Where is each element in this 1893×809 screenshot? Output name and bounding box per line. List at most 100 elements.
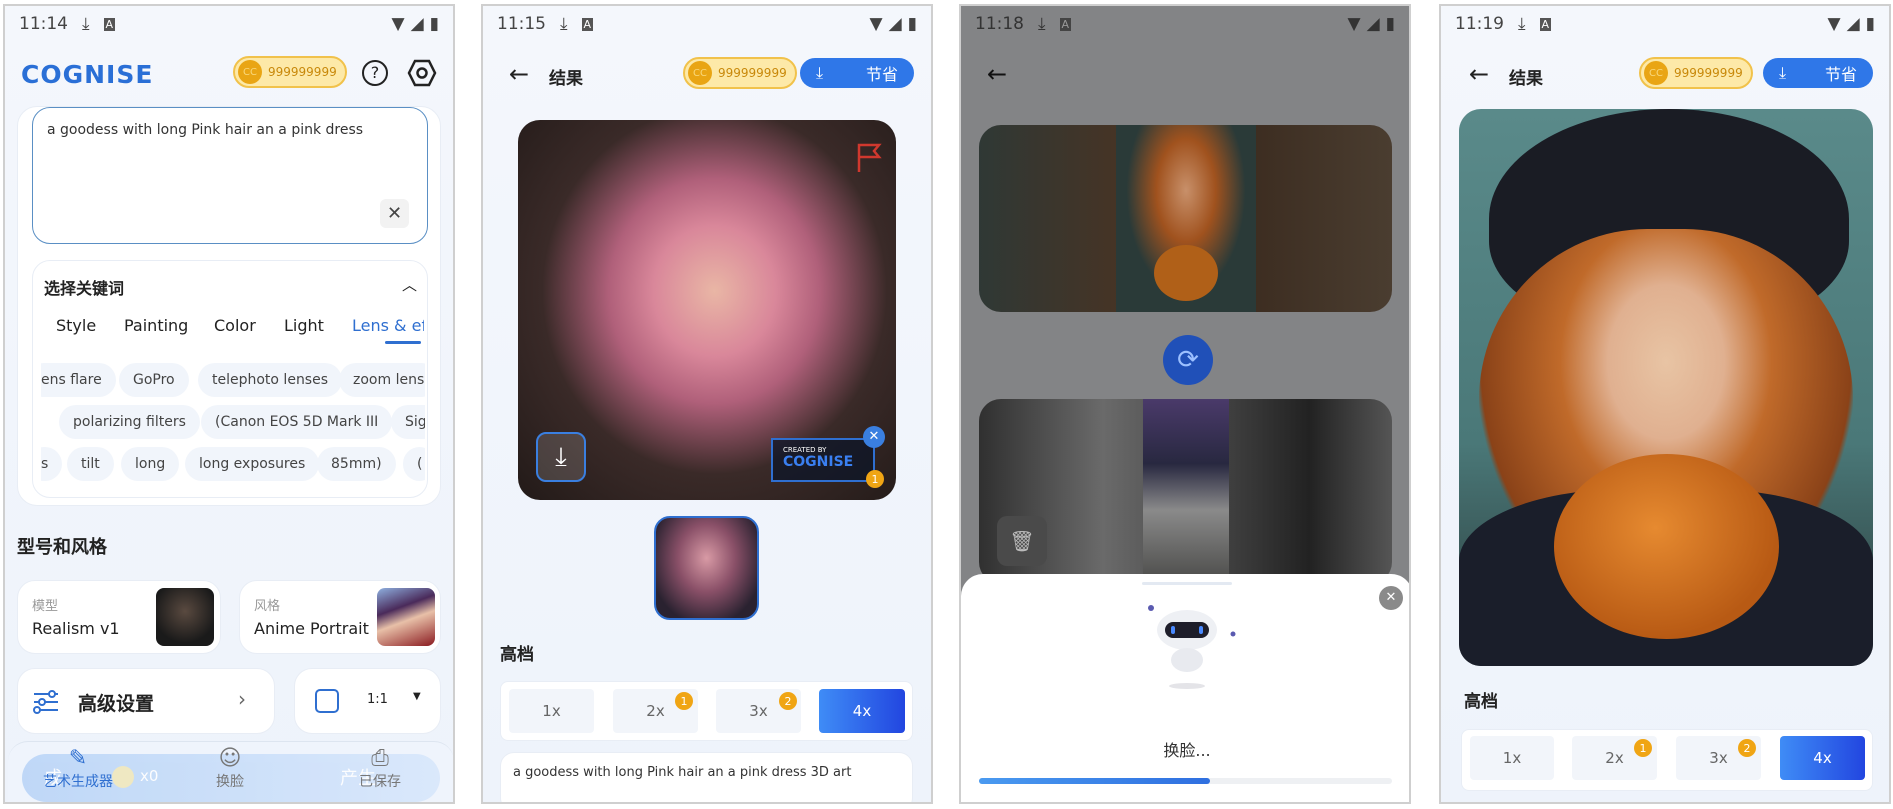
keyword-chip[interactable]: (Canon EOS 5D Mark III — [201, 405, 393, 439]
prompt-text: a goodess with long Pink hair an a pink … — [47, 122, 364, 138]
style-thumbnail — [377, 588, 435, 646]
nav-label: 换脸 — [216, 774, 244, 790]
keyword-chip[interactable]: long — [121, 447, 180, 481]
save-label: 节省 — [1824, 65, 1857, 84]
nav-label: 已保存 — [359, 774, 401, 790]
quality-title: 高档 — [1464, 692, 1498, 712]
swap-faces-button[interactable]: ⟳ — [1163, 335, 1213, 385]
dropdown-arrow-icon: ▼ — [413, 691, 421, 702]
cost-badge: 2 — [779, 692, 797, 710]
aspect-ratio-select[interactable]: 1:1 ▼ — [294, 668, 441, 734]
saved-icon: ⎙ — [371, 746, 389, 771]
coin-value: 999999999 — [718, 66, 787, 80]
download-icon: ⤓ — [816, 63, 824, 82]
loading-text: 换脸... — [1163, 741, 1211, 760]
keyword-chip[interactable]: ( — [403, 447, 425, 481]
coin-balance[interactable]: CC 999999999 — [233, 56, 347, 88]
prompt-display: a goodess with long Pink hair an a pink … — [500, 752, 913, 802]
signal-icon: ◢ — [888, 14, 902, 34]
keyword-chip[interactable]: telephoto lenses — [198, 363, 343, 397]
status-time: 11:19 — [1455, 14, 1504, 34]
prompt-input[interactable]: a goodess with long Pink hair an a pink … — [32, 107, 428, 244]
model-thumbnail — [156, 588, 214, 646]
save-button[interactable]: ⤓ 节省 — [800, 58, 914, 88]
keyword-chip[interactable]: 85mm) — [317, 447, 396, 481]
keyword-chip[interactable]: zoom lens — [339, 363, 425, 397]
coin-balance[interactable]: CC 999999999 — [683, 57, 797, 89]
signal-icon: ◢ — [1846, 14, 1860, 34]
keyword-chip[interactable]: ens flare — [41, 363, 116, 397]
screen-art-generator: 11:14 ⤓ A ▼ ◢ ▮ COGNISE CC 999999999 ? a go… — [3, 4, 455, 804]
delete-image-button[interactable]: 🗑 — [997, 516, 1047, 566]
battery-icon: ▮ — [1865, 14, 1875, 34]
result-thumbnail[interactable] — [654, 516, 759, 620]
page-title: 结果 — [1509, 69, 1543, 89]
wifi-icon: ▼ — [869, 14, 883, 34]
style-card[interactable]: 风格 Anime Portrait — [239, 580, 441, 654]
cost-badge: 1 — [675, 692, 693, 710]
collapse-chevron-icon[interactable]: ︿ — [402, 274, 417, 295]
back-arrow-icon[interactable]: ← — [987, 60, 1007, 88]
pumpkin-shape — [1554, 454, 1779, 639]
scale-4x-button[interactable]: 4x — [1780, 736, 1865, 780]
tab-style[interactable]: Style — [56, 316, 96, 335]
scale-1x-button[interactable]: 1x — [509, 689, 594, 733]
nav-saved[interactable]: ⎙ 已保存 — [340, 746, 420, 791]
model-label: 模型 — [32, 599, 59, 614]
result-image — [1459, 109, 1873, 666]
settings-icon[interactable] — [407, 58, 437, 88]
watermark-brand: COGNISE — [783, 454, 854, 470]
keyword-chip[interactable]: GoPro — [119, 363, 189, 397]
sheet-handle[interactable] — [1142, 582, 1232, 585]
watermark-caption: CREATED BY — [783, 446, 827, 454]
report-flag-icon[interactable] — [856, 142, 884, 174]
back-arrow-icon[interactable]: ← — [1469, 60, 1489, 88]
keyword-chip[interactable]: Sig — [391, 405, 425, 439]
prompt-text: a goodess with long Pink hair an a pink … — [513, 765, 852, 780]
scale-1x-button[interactable]: 1x — [1470, 736, 1554, 780]
close-icon[interactable]: ✕ — [1379, 586, 1403, 610]
sliders-icon — [33, 690, 58, 714]
download-icon: ⤓ — [1518, 14, 1526, 34]
signal-icon: ◢ — [410, 14, 424, 34]
nav-face-swap[interactable]: ☺ 换脸 — [190, 746, 270, 791]
wifi-icon: ▼ — [391, 14, 405, 34]
keyword-chip[interactable]: polarizing filters — [59, 405, 200, 439]
coin-balance[interactable]: CC 999999999 — [1639, 57, 1753, 89]
clear-prompt-button[interactable]: ✕ — [380, 199, 409, 228]
tab-lens-effects[interactable]: Lens & ef — [352, 316, 424, 335]
back-arrow-icon[interactable]: ← — [509, 60, 529, 88]
screen-result-anime: 11:15 ⤓ A ▼ ◢ ▮ ← 结果 CC 999999999 ⤓ 节省 ⤓ CRE… — [481, 4, 933, 804]
download-icon: ⤓ — [1779, 63, 1787, 82]
nav-art-generator[interactable]: ✎ 艺术生成器 — [33, 746, 123, 791]
download-icon: ⤓ — [560, 14, 568, 34]
tab-painting[interactable]: Painting — [124, 316, 188, 335]
help-icon[interactable]: ? — [362, 60, 388, 86]
a-icon: A — [1059, 17, 1072, 31]
a-icon: A — [581, 17, 594, 31]
download-image-button[interactable]: ⤓ — [536, 432, 586, 482]
brush-pen-icon: ✎ — [68, 746, 88, 771]
progress-fill — [979, 778, 1211, 784]
keyword-chip[interactable]: s — [41, 447, 63, 481]
a-icon: A — [1539, 17, 1552, 31]
model-card[interactable]: 模型 Realism v1 — [17, 580, 221, 654]
save-label: 节省 — [865, 65, 898, 84]
robot-icon — [1148, 605, 1236, 689]
keyword-chip[interactable]: long exposures — [185, 447, 320, 481]
download-icon: ⤓ — [82, 14, 90, 34]
advanced-settings-button[interactable]: 高级设置 › — [17, 668, 275, 734]
keyword-chip[interactable]: tilt — [67, 447, 114, 481]
tab-color[interactable]: Color — [214, 316, 256, 335]
save-button[interactable]: ⤓ 节省 — [1763, 58, 1873, 88]
cost-badge: 1 — [866, 470, 884, 488]
scale-4x-button[interactable]: 4x — [819, 689, 905, 733]
quality-title: 高档 — [500, 645, 534, 665]
remove-watermark-icon[interactable]: ✕ — [863, 426, 885, 448]
style-label: 风格 — [254, 599, 281, 614]
coin-value: 999999999 — [268, 65, 337, 79]
coin-icon: CC — [238, 60, 262, 84]
tab-light[interactable]: Light — [284, 316, 324, 335]
watermark[interactable]: CREATED BY COGNISE — [771, 438, 875, 482]
target-image-card[interactable] — [979, 125, 1392, 312]
